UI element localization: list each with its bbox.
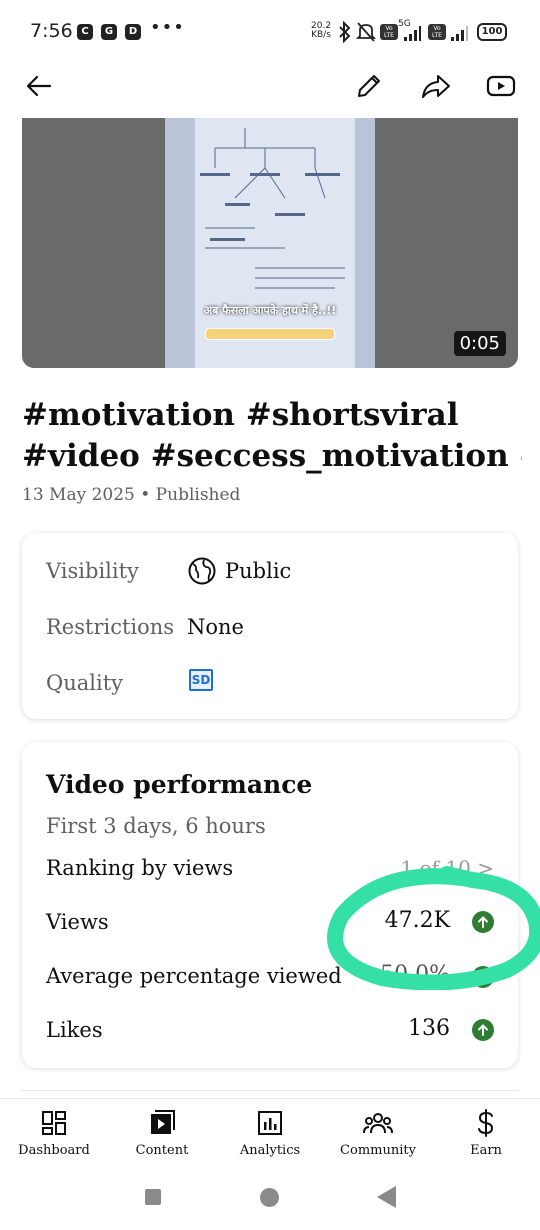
back-arrow-icon [26, 75, 52, 97]
notification-app-icon: C [77, 24, 93, 40]
dollar-icon [478, 1109, 494, 1137]
nav-label: Community [340, 1143, 416, 1158]
nav-dashboard[interactable]: Dashboard [0, 1105, 108, 1163]
dashboard-icon [42, 1111, 66, 1135]
system-back-button[interactable] [377, 1186, 396, 1208]
network-speed-unit: KB/s [311, 30, 331, 40]
battery-icon: 100 [477, 23, 507, 41]
thumbnail-diagram-image [200, 128, 345, 289]
ranking-value[interactable]: 1 of 10 > [401, 856, 494, 880]
video-performance-card[interactable]: Video performance First 3 days, 6 hours … [22, 742, 518, 1068]
video-title-line: #video #seccess_motivation #i... [22, 438, 522, 474]
restrictions-value: None [187, 615, 244, 639]
visibility-value: Public [187, 556, 291, 586]
likes-value: 136 [408, 1016, 450, 1041]
trend-up-icon [472, 966, 494, 988]
youtube-icon [486, 75, 516, 97]
quality-label: Quality [46, 671, 123, 695]
video-publish-meta: 13 May 2025 • Published [22, 485, 241, 505]
volte-icon: Vo LTE [428, 24, 446, 40]
nav-label: Content [135, 1143, 189, 1158]
visibility-label: Visibility [46, 559, 139, 583]
content-play-icon [151, 1110, 175, 1134]
quality-value: SD [189, 669, 213, 691]
bottom-navigation: Dashboard Content Analytics Community Ea… [0, 1098, 540, 1162]
back-button[interactable] [17, 64, 61, 108]
video-duration: 0:05 [453, 331, 506, 356]
nav-label: Earn [470, 1143, 502, 1158]
nav-content[interactable]: Content [108, 1105, 216, 1163]
sd-quality-badge: SD [189, 669, 213, 691]
volte-icon: Vo LTE [380, 24, 398, 40]
signal-icon [404, 26, 421, 41]
status-bar: 7:56 C G D ••• 20.2 KB/s Vo LTE 5G Vo LT… [0, 0, 540, 64]
nav-analytics[interactable]: Analytics [216, 1105, 324, 1163]
home-button[interactable] [260, 1188, 279, 1207]
recent-apps-button[interactable] [145, 1189, 161, 1205]
avg-viewed-value: 50.0% [380, 962, 450, 987]
mute-icon [356, 22, 376, 42]
network-speed: 20.2 KB/s [311, 22, 331, 40]
status-time: 7:56 [30, 20, 73, 42]
video-thumbnail: अब फैसला आपके हाथ में है..!! [165, 118, 375, 368]
edit-pencil-icon [358, 75, 380, 97]
system-navigation-bar [0, 1164, 540, 1230]
watch-on-youtube-button[interactable] [479, 64, 523, 108]
thumbnail-banner [205, 328, 335, 340]
likes-label: Likes [46, 1018, 103, 1042]
community-icon [363, 1113, 393, 1134]
restrictions-label: Restrictions [46, 615, 175, 639]
video-player[interactable]: अब फैसला आपके हाथ में है..!! 0:05 [22, 118, 518, 368]
share-icon [422, 75, 450, 98]
edit-button[interactable] [347, 64, 391, 108]
trend-up-icon [472, 1019, 494, 1041]
performance-period: First 3 days, 6 hours [46, 814, 266, 838]
nav-label: Analytics [239, 1143, 301, 1158]
trend-up-icon [472, 911, 494, 933]
thumbnail-caption: अब फैसला आपके हाथ में है..!! [203, 304, 337, 317]
ranking-label: Ranking by views [46, 856, 234, 880]
avg-viewed-label: Average percentage viewed [46, 964, 342, 988]
nav-label: Dashboard [18, 1143, 90, 1158]
globe-icon [188, 557, 216, 585]
views-label: Views [46, 910, 109, 934]
bluetooth-icon [339, 21, 351, 43]
share-button[interactable] [414, 64, 458, 108]
views-value: 47.2K [384, 908, 450, 933]
video-title: #motivation #shortsviral #video #seccess… [22, 395, 522, 477]
visibility-text: Public [225, 559, 292, 583]
video-title-line: #motivation #shortsviral [22, 397, 459, 433]
google-icon: G [101, 24, 117, 40]
notification-app-icon: D [125, 24, 141, 40]
nav-earn[interactable]: Earn [432, 1105, 540, 1163]
more-notifications-icon: ••• [150, 17, 185, 38]
analytics-icon [258, 1111, 282, 1135]
performance-title: Video performance [46, 770, 313, 799]
video-details-card[interactable]: Visibility Public Restrictions None Qual… [22, 533, 518, 719]
signal-icon [451, 26, 468, 41]
nav-community[interactable]: Community [324, 1105, 432, 1163]
